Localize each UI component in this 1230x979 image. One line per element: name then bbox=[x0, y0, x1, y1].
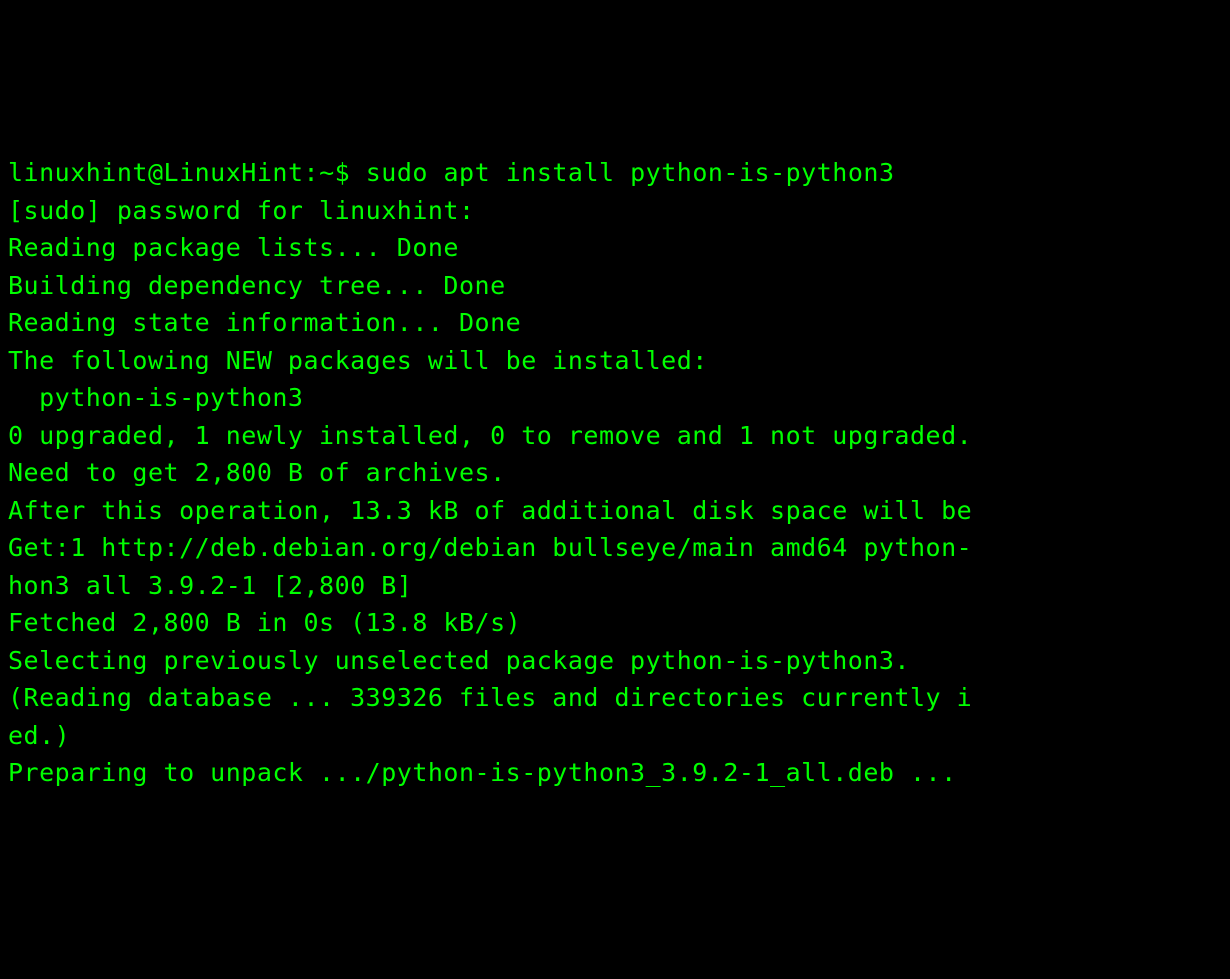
output-line: After this operation, 13.3 kB of additio… bbox=[8, 492, 1222, 530]
output-line: Preparing to unpack .../python-is-python… bbox=[8, 754, 1222, 792]
terminal-window[interactable]: linuxhint@LinuxHint:~$ sudo apt install … bbox=[8, 154, 1222, 792]
prompt-colon: : bbox=[304, 158, 320, 187]
output-line: Fetched 2,800 B in 0s (13.8 kB/s) bbox=[8, 604, 1222, 642]
output-line: Reading package lists... Done bbox=[8, 229, 1222, 267]
output-line: ed.) bbox=[8, 717, 1222, 755]
output-line: Building dependency tree... Done bbox=[8, 267, 1222, 305]
output-line: Get:1 http://deb.debian.org/debian bulls… bbox=[8, 529, 1222, 567]
prompt-path: ~ bbox=[319, 158, 335, 187]
prompt-symbol: $ bbox=[335, 158, 351, 187]
output-line: 0 upgraded, 1 newly installed, 0 to remo… bbox=[8, 417, 1222, 455]
output-line: Need to get 2,800 B of archives. bbox=[8, 454, 1222, 492]
output-line: Reading state information... Done bbox=[8, 304, 1222, 342]
output-line: python-is-python3 bbox=[8, 379, 1222, 417]
prompt-at: @ bbox=[148, 158, 164, 187]
output-line: The following NEW packages will be insta… bbox=[8, 342, 1222, 380]
prompt-line: linuxhint@LinuxHint:~$ sudo apt install … bbox=[8, 154, 1222, 192]
output-line: hon3 all 3.9.2-1 [2,800 B] bbox=[8, 567, 1222, 605]
command-input[interactable]: sudo apt install python-is-python3 bbox=[366, 158, 895, 187]
output-line: (Reading database ... 339326 files and d… bbox=[8, 679, 1222, 717]
output-line: Selecting previously unselected package … bbox=[8, 642, 1222, 680]
output-line: [sudo] password for linuxhint: bbox=[8, 192, 1222, 230]
prompt-user: linuxhint bbox=[8, 158, 148, 187]
prompt-host: LinuxHint bbox=[164, 158, 304, 187]
